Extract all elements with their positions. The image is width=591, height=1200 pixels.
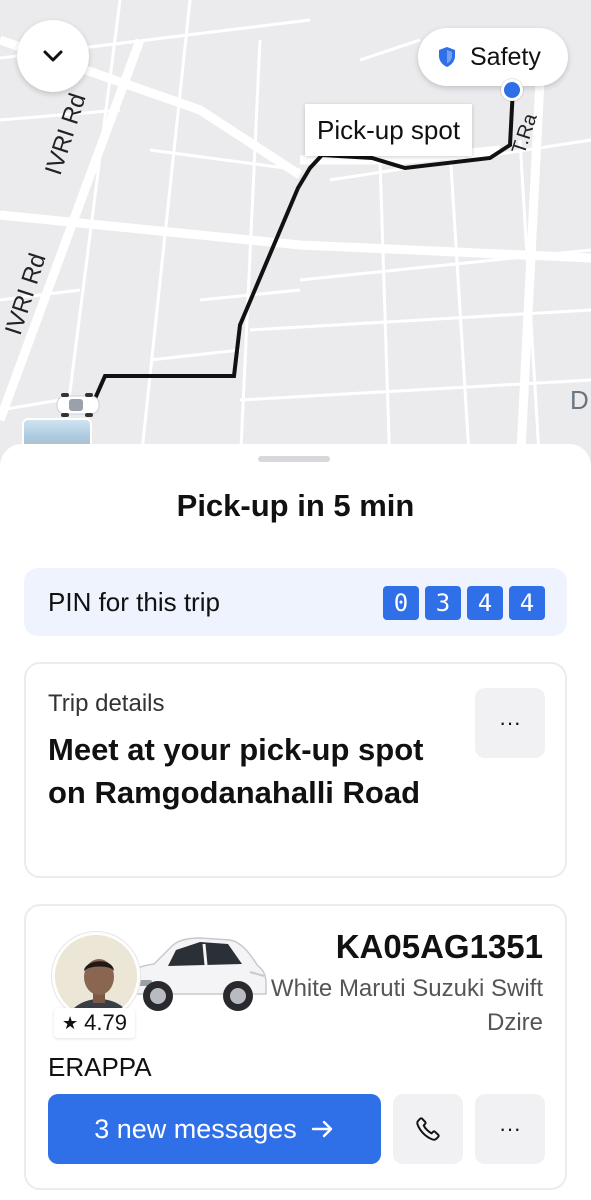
trip-details-card: Trip details Meet at your pick-up spot o… [24,662,567,878]
safety-label: Safety [470,42,541,71]
phone-icon [416,1117,440,1141]
chevron-down-icon [43,50,63,62]
pickup-instructions: Meet at your pick-up spot on Ramgodanaha… [48,732,424,810]
pin-digits: 0 3 4 4 [383,586,545,620]
arrow-right-icon [311,1120,335,1138]
trip-pin-card: PIN for this trip 0 3 4 4 [24,568,567,636]
pickup-location-marker [501,79,523,101]
more-dots-icon: ··· [499,1116,521,1141]
driver-name: ERAPPA [48,1052,152,1082]
pickup-spot-label[interactable]: Pick-up spot [305,104,473,156]
rating-value: 4.79 [84,1010,127,1035]
safety-button[interactable]: Safety [418,28,568,86]
driver-card: ★ 4.79 ERAPPA KA05AG1351 White Maruti Su… [24,904,567,1190]
shield-icon [438,46,456,68]
messages-button[interactable]: 3 new messages [48,1094,381,1164]
driver-more-button[interactable]: ··· [475,1094,545,1164]
pin-label: PIN for this trip [48,586,220,617]
vehicle-image [123,937,267,1011]
license-plate: KA05AG1351 [335,928,543,965]
vehicle-description: White Maruti Suzuki Swift Dzire [270,975,543,1036]
pickup-eta-title: Pick-up in 5 min [176,488,415,523]
star-icon: ★ [62,1012,79,1033]
driver-rating: ★ 4.79 [54,1008,135,1038]
trip-more-button[interactable]: ··· [475,688,545,758]
pin-digit: 3 [425,586,461,620]
call-button[interactable] [393,1094,463,1164]
trip-details-label: Trip details [48,690,165,717]
more-dots-icon: ··· [499,710,521,735]
map-view[interactable]: IVRI Rd IVRI Rd T.Ra D Safety Pick-up sp… [0,0,591,470]
pin-digit: 0 [383,586,419,620]
map-edge-label: D [570,385,589,415]
trip-bottom-sheet: Pick-up in 5 min PIN for this trip 0 3 4… [0,444,591,1200]
pin-digit: 4 [467,586,503,620]
messages-label: 3 new messages [94,1113,297,1144]
driver-avatar[interactable] [52,932,140,1020]
sheet-drag-handle[interactable] [258,456,330,462]
collapse-button[interactable] [17,20,89,92]
pin-digit: 4 [509,586,545,620]
